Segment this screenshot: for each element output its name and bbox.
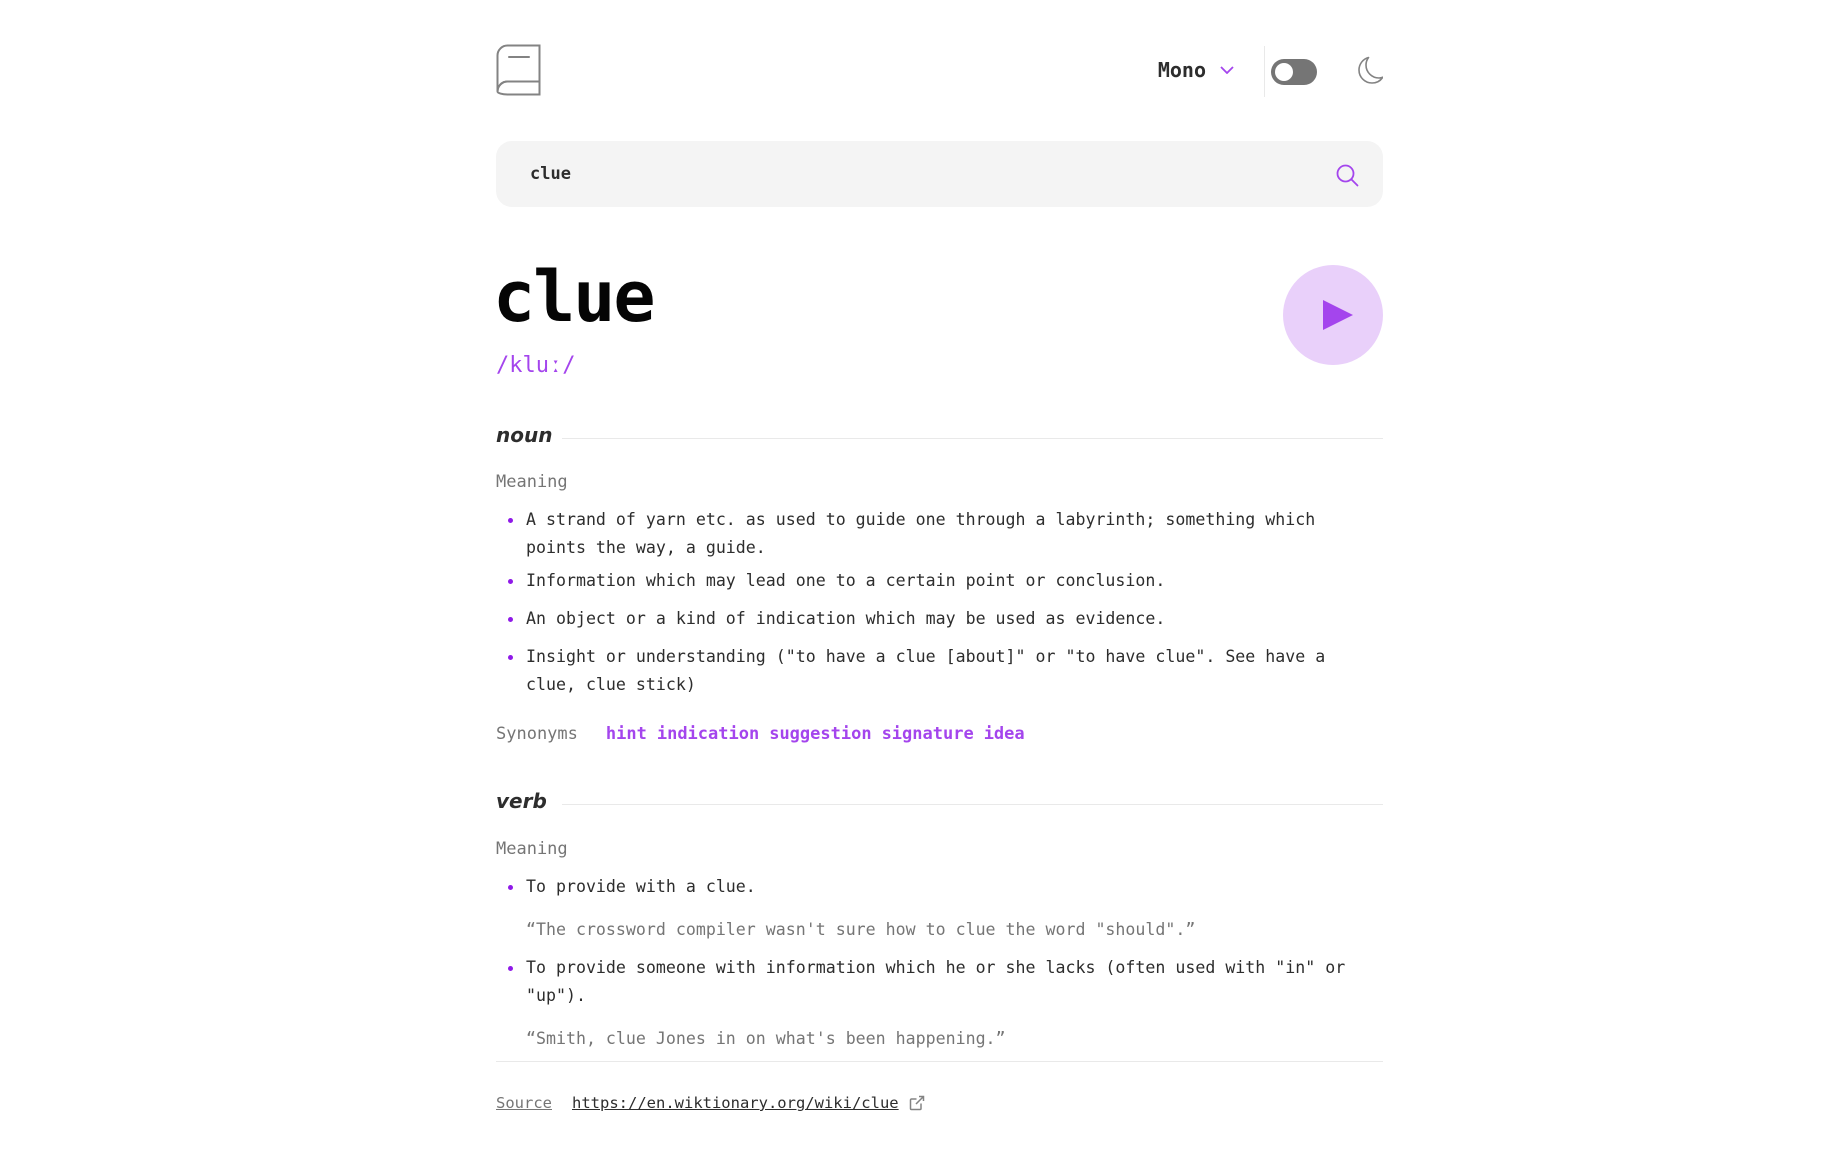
- definition-text: Information which may lead one to a cert…: [526, 571, 1166, 590]
- play-icon: [1323, 300, 1353, 330]
- synonym-link[interactable]: idea: [984, 724, 1025, 744]
- chevron-down-icon: [1220, 66, 1234, 74]
- meaning-heading: Meaning: [496, 839, 568, 859]
- example-text: “The crossword compiler wasn't sure how …: [526, 920, 1196, 939]
- synonym-link[interactable]: indication: [657, 724, 759, 744]
- bullet: [508, 966, 513, 971]
- definition-text: To provide someone with information whic…: [526, 958, 1346, 1005]
- meaning-heading: Meaning: [496, 472, 568, 492]
- synonyms-row: Synonyms hint indication suggestion sign…: [496, 724, 1035, 744]
- synonyms-label: Synonyms: [496, 724, 578, 744]
- bullet: [508, 617, 513, 622]
- example-text: “Smith, clue Jones in on what's been hap…: [526, 1029, 1006, 1048]
- pos-section-verb: verb: [496, 789, 1383, 819]
- bullet: [508, 655, 513, 660]
- external-link-icon[interactable]: [909, 1095, 925, 1111]
- search-input[interactable]: [530, 141, 1290, 207]
- divider: [496, 1061, 1383, 1062]
- search-bar: [496, 141, 1383, 207]
- definition-text: An object or a kind of indication which …: [526, 609, 1166, 628]
- list-item: To provide someone with information whic…: [496, 954, 1383, 1053]
- bullet: [508, 579, 513, 584]
- search-icon[interactable]: [1335, 163, 1359, 187]
- bullet: [508, 518, 513, 523]
- part-of-speech: verb: [496, 789, 547, 813]
- list-item: An object or a kind of indication which …: [496, 605, 1383, 633]
- list-item: Insight or understanding ("to have a clu…: [496, 643, 1383, 699]
- font-family-dropdown[interactable]: Mono: [1158, 58, 1234, 82]
- source-link[interactable]: https://en.wiktionary.org/wiki/clue: [572, 1094, 899, 1112]
- moon-icon: [1358, 56, 1383, 84]
- toggle-knob: [1275, 63, 1293, 81]
- play-audio-button[interactable]: [1283, 265, 1383, 365]
- book-logo-icon[interactable]: [496, 44, 542, 96]
- definition-text: To provide with a clue.: [526, 877, 756, 896]
- theme-toggle[interactable]: [1271, 59, 1317, 85]
- definitions-list-verb: To provide with a clue. “The crossword c…: [496, 873, 1383, 1053]
- part-of-speech: noun: [496, 423, 553, 447]
- source-label: Source: [496, 1094, 552, 1112]
- header: Mono: [496, 44, 1383, 100]
- bullet: [508, 885, 513, 890]
- list-item: A strand of yarn etc. as used to guide o…: [496, 506, 1383, 562]
- list-item: Information which may lead one to a cert…: [496, 567, 1383, 595]
- word-title: clue: [493, 256, 656, 338]
- header-divider: [1264, 46, 1265, 97]
- synonym-link[interactable]: suggestion: [769, 724, 871, 744]
- synonym-link[interactable]: hint: [606, 724, 647, 744]
- phonetic: /kluː/: [496, 353, 576, 378]
- pos-section-noun: noun: [496, 423, 1383, 453]
- definition-text: A strand of yarn etc. as used to guide o…: [526, 510, 1316, 557]
- definition-text: Insight or understanding ("to have a clu…: [526, 647, 1326, 694]
- divider: [562, 438, 1383, 439]
- source-row: Source https://en.wiktionary.org/wiki/cl…: [496, 1094, 925, 1112]
- font-family-selected: Mono: [1157, 58, 1206, 82]
- definitions-list-noun: A strand of yarn etc. as used to guide o…: [496, 506, 1383, 699]
- synonym-link[interactable]: signature: [882, 724, 974, 744]
- list-item: To provide with a clue. “The crossword c…: [496, 873, 1383, 944]
- divider: [562, 804, 1383, 805]
